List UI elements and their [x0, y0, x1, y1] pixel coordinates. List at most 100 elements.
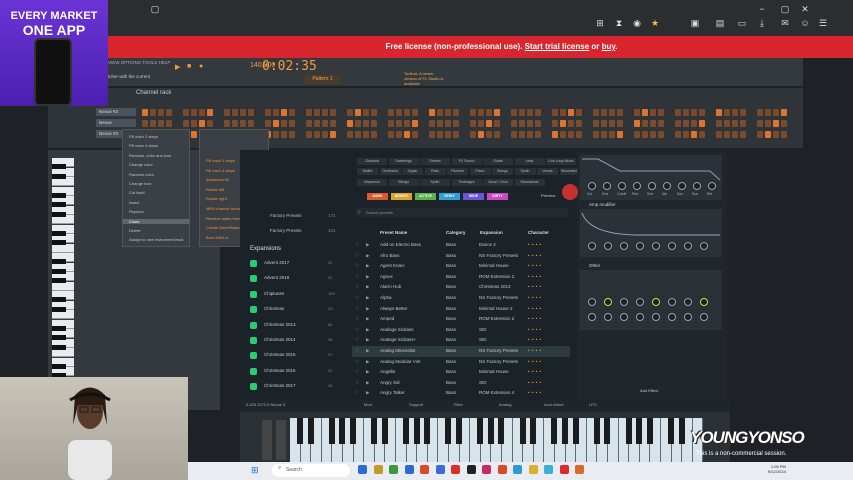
- col-character[interactable]: Character: [528, 230, 549, 235]
- step-button[interactable]: [412, 120, 418, 127]
- step-button[interactable]: [691, 131, 697, 138]
- step-button[interactable]: [650, 120, 656, 127]
- step-button[interactable]: [576, 131, 582, 138]
- preview-toggle[interactable]: Preview: [541, 193, 555, 198]
- step-button[interactable]: [634, 120, 640, 127]
- piano-black-key[interactable]: [52, 344, 66, 350]
- step-button[interactable]: [306, 131, 312, 138]
- expansion-item[interactable]: Advent 2018 22: [250, 274, 340, 284]
- step-button[interactable]: [675, 131, 681, 138]
- windows-start-icon[interactable]: ⊞: [251, 465, 259, 476]
- keyboard-black-key[interactable]: [593, 418, 600, 444]
- keyboard-black-key[interactable]: [477, 418, 484, 444]
- expansions-header[interactable]: Expansions: [250, 246, 281, 252]
- play-preset-icon[interactable]: ▶: [366, 295, 369, 301]
- step-button[interactable]: [740, 109, 746, 116]
- step-button[interactable]: [437, 131, 443, 138]
- mod-wheel[interactable]: [276, 420, 286, 460]
- taskbar-app-icon[interactable]: [466, 465, 476, 474]
- step-button[interactable]: [265, 120, 271, 127]
- step-button[interactable]: [142, 109, 148, 116]
- step-button[interactable]: [371, 120, 377, 127]
- step-button[interactable]: [232, 109, 238, 116]
- step-button[interactable]: [683, 131, 689, 138]
- add-effect-button[interactable]: Add Effect: [640, 388, 658, 393]
- context-menu-item[interactable]: Replace: [129, 209, 144, 214]
- piano-black-key[interactable]: [52, 268, 66, 274]
- step-button[interactable]: [642, 131, 648, 138]
- favorite-icon[interactable]: ♡: [355, 327, 359, 333]
- category-button[interactable]: Vocals: [537, 168, 558, 175]
- taskbar-app-icon[interactable]: [358, 465, 367, 474]
- play-preset-icon[interactable]: ▶: [366, 390, 369, 396]
- favorite-icon[interactable]: ♡: [355, 284, 359, 290]
- play-preset-icon[interactable]: ▶: [366, 263, 369, 269]
- keyboard-black-key[interactable]: [487, 418, 494, 444]
- favorite-icon[interactable]: ♡: [355, 337, 359, 343]
- keyboard-black-key[interactable]: [646, 418, 653, 444]
- step-button[interactable]: [191, 120, 197, 127]
- context-menu-item[interactable]: Rename, color and icon: [129, 153, 171, 158]
- step-button[interactable]: [658, 131, 664, 138]
- expansion-item[interactable]: Christmas 2013 64: [250, 321, 340, 331]
- step-button[interactable]: [437, 120, 443, 127]
- table-row[interactable]: ♡ ▶ Agnox Bass ROM Extension 2 • • • •: [352, 272, 570, 283]
- bottom-control[interactable]: Mod: [364, 402, 372, 407]
- step-button[interactable]: [658, 120, 664, 127]
- step-button[interactable]: [609, 120, 615, 127]
- play-preset-icon[interactable]: ▶: [366, 284, 369, 290]
- step-button[interactable]: [240, 109, 246, 116]
- step-button[interactable]: [511, 109, 517, 116]
- step-button[interactable]: [347, 120, 353, 127]
- step-button[interactable]: [781, 131, 787, 138]
- step-button[interactable]: [732, 131, 738, 138]
- step-button[interactable]: [699, 120, 705, 127]
- taskbar-clock[interactable]: 1:05 PM 9/12/2024: [768, 464, 786, 474]
- step-button[interactable]: [306, 120, 312, 127]
- table-row[interactable]: ♡ ▶ Add-on Electro Bass Bass Dance 2 • • • •: [352, 240, 570, 251]
- synth-knob[interactable]: [663, 182, 671, 190]
- step-button[interactable]: [724, 131, 730, 138]
- step-button[interactable]: [773, 120, 779, 127]
- amp-knob[interactable]: [652, 242, 660, 250]
- step-button[interactable]: [576, 109, 582, 116]
- table-row[interactable]: ♡ ▶ Angry Talker Bass ROM Extension 4 • • • •: [352, 388, 570, 399]
- step-button[interactable]: [404, 109, 410, 116]
- table-row[interactable]: ♡ ▶ Amped Bass ROM Extension 2 • • • •: [352, 314, 570, 325]
- maximize-icon[interactable]: ▢: [780, 4, 790, 14]
- step-button[interactable]: [560, 120, 566, 127]
- submenu-item[interactable]: Rotate right: [206, 196, 227, 201]
- step-button[interactable]: [314, 109, 320, 116]
- download-icon[interactable]: ⤓: [757, 18, 767, 28]
- taskbar-app-icon[interactable]: [497, 465, 507, 474]
- step-button[interactable]: [552, 109, 558, 116]
- step-button[interactable]: [601, 120, 607, 127]
- play-preset-icon[interactable]: ▶: [366, 327, 369, 333]
- step-button[interactable]: [396, 120, 402, 127]
- step-button[interactable]: [191, 131, 197, 138]
- play-preset-icon[interactable]: ▶: [366, 274, 369, 280]
- step-button[interactable]: [388, 120, 394, 127]
- submenu-item[interactable]: Fill each 4 steps: [206, 168, 235, 173]
- context-menu-item[interactable]: Change icon: [129, 181, 151, 186]
- piano-black-key[interactable]: [52, 297, 66, 302]
- record-icon[interactable]: ●: [199, 63, 203, 70]
- synth-knob[interactable]: [603, 182, 611, 190]
- favorite-icon[interactable]: ♡: [355, 390, 359, 396]
- channel-name[interactable]: Nexus #2: [96, 108, 136, 116]
- category-button[interactable]: Lead: [514, 158, 545, 165]
- keyboard-black-key[interactable]: [339, 418, 346, 444]
- taskbar-app-icon[interactable]: [559, 465, 569, 474]
- expansion-item[interactable]: Christmas 23: [250, 305, 340, 315]
- step-button[interactable]: [773, 131, 779, 138]
- menu-bar[interactable]: VIEW OPTIONS TOOLS HELP: [108, 60, 170, 65]
- keyboard-black-key[interactable]: [678, 418, 685, 444]
- taskbar-search[interactable]: Search: [272, 464, 350, 477]
- step-button[interactable]: [527, 120, 533, 127]
- step-button[interactable]: [716, 131, 722, 138]
- step-button[interactable]: [470, 120, 476, 127]
- step-button[interactable]: [568, 120, 574, 127]
- step-button[interactable]: [142, 120, 148, 127]
- col-expansion[interactable]: Expansion: [480, 230, 503, 235]
- category-button[interactable]: Piano: [469, 168, 491, 175]
